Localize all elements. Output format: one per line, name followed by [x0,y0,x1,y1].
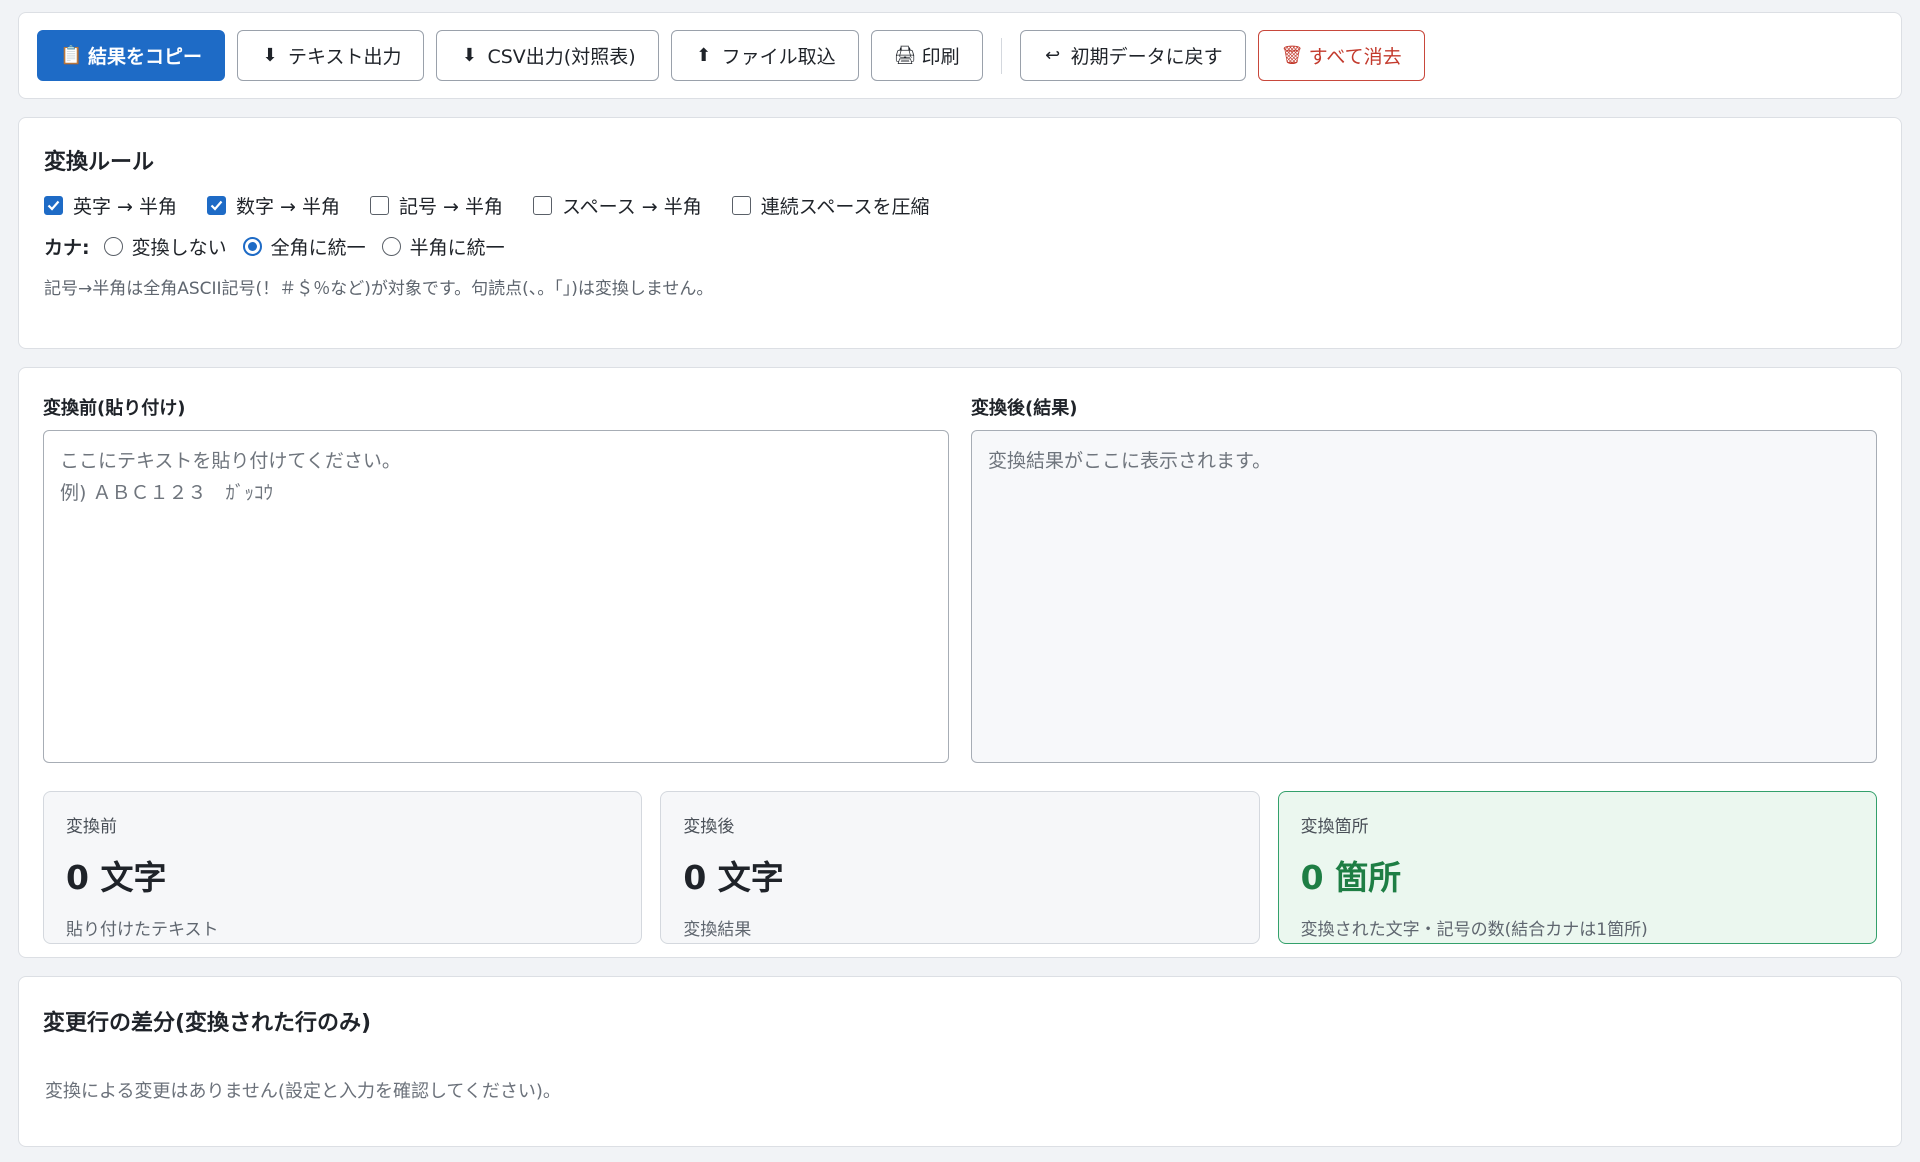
stat-value: 0 箇所 [1300,858,1402,897]
toolbar: 📋 結果をコピー ⬇ テキスト出力 ⬇ CSV出力(対照表) ⬆ ファイル取込 … [18,12,1902,99]
stat-subtitle: 貼り付けたテキスト [66,920,219,940]
stat-title: 変換前 [66,817,117,837]
kana-none-label: 変換しない [131,237,227,259]
text-export-label: テキスト出力 [288,46,402,68]
kana-halfwidth-radio[interactable]: 半角に統一 [381,233,505,260]
radio-unselected[interactable] [381,237,401,256]
checkbox-unchecked[interactable] [731,196,751,215]
csv-export-label: CSV出力(対照表) [487,46,636,68]
file-import-label: ファイル取込 [721,46,836,68]
rule-options: 英字 → 半角 数字 → 半角 記号 → 半角 スペース → 半角 連続スペース… [44,192,1876,219]
stat-subtitle: 変換結果 [683,920,752,940]
stat-subtitle: 変換された文字・記号の数(結合カナは1箇所) [1300,920,1648,940]
checkmark-icon [47,200,60,211]
radio-unselected[interactable] [103,237,123,256]
kana-label: カナ: [44,237,90,259]
stat-card-changes: 変換箇所 0 箇所 変換された文字・記号の数(結合カナは1箇所) [1277,791,1877,944]
stat-card-after: 変換後 0 文字 変換結果 [660,791,1260,944]
printer-icon: 🖨 [893,45,917,66]
stat-title: 変換後 [683,817,735,837]
clear-all-button[interactable]: 🗑 すべて消去 [1257,30,1425,81]
copy-result-label: 結果をコピー [88,46,203,68]
copy-result-button[interactable]: 📋 結果をコピー [37,30,226,81]
diff-panel: 変更行の差分(変換された行のみ) 変換による変更はありません(設定と入力を確認し… [18,976,1902,1147]
input-column: 変換前(貼り付け) [43,388,949,767]
output-label: 変換後(結果) [971,398,1078,419]
reset-button[interactable]: ↩ 初期データに戻す [1019,30,1246,81]
trash-icon: 🗑 [1280,45,1304,66]
csv-export-button[interactable]: ⬇ CSV出力(対照表) [436,30,659,81]
clear-all-label: すべて消去 [1308,46,1402,68]
kana-halfwidth-label: 半角に統一 [409,237,505,259]
stat-value: 0 文字 [66,858,167,897]
undo-arrow-icon: ↩ [1045,45,1061,66]
radio-selected[interactable] [242,237,262,256]
rule-digit-checkbox[interactable]: 数字 → 半角 [207,192,340,219]
stat-title: 変換箇所 [1300,817,1369,837]
editor-columns: 変換前(貼り付け) 変換後(結果) [43,388,1877,767]
checkbox-unchecked[interactable] [533,196,552,215]
output-textarea[interactable] [971,430,1877,763]
kana-fullwidth-label: 全角に統一 [270,237,366,259]
kana-options: カナ: 変換しない 全角に統一 半角に統一 [44,233,1876,260]
diff-title: 変更行の差分(変換された行のみ) [43,1011,372,1036]
input-textarea[interactable] [43,430,949,763]
output-column: 変換後(結果) [971,388,1877,767]
clipboard-icon: 📋 [60,45,83,66]
reset-label: 初期データに戻す [1070,46,1223,68]
kana-fullwidth-radio[interactable]: 全角に統一 [242,233,366,260]
stats-row: 変換前 0 文字 貼り付けたテキスト 変換後 0 文字 変換結果 変換箇所 0 … [43,791,1877,944]
rule-digit-label: 数字 → 半角 [236,196,340,218]
stat-card-before: 変換前 0 文字 貼り付けたテキスト [43,791,643,944]
rule-alpha-label: 英字 → 半角 [73,196,177,218]
print-label: 印刷 [921,46,960,68]
rules-panel: 変換ルール 英字 → 半角 数字 → 半角 記号 → 半角 スペース → 半角 … [18,117,1902,349]
rules-note: 記号→半角は全角ASCII記号(！＃＄％など)が対象です。句読点(、。「」)は変… [44,279,714,299]
upload-icon: ⬆ [696,45,712,66]
checkmark-icon [210,200,223,211]
rules-title: 変換ルール [44,150,155,175]
input-label: 変換前(貼り付け) [43,398,186,419]
rule-space-label: スペース → 半角 [562,196,702,218]
rule-compress-space-label: 連続スペースを圧縮 [760,196,930,218]
rule-space-checkbox[interactable]: スペース → 半角 [533,192,702,219]
rule-alpha-checkbox[interactable]: 英字 → 半角 [44,192,177,219]
rule-symbol-checkbox[interactable]: 記号 → 半角 [370,192,503,219]
page: 📋 結果をコピー ⬇ テキスト出力 ⬇ CSV出力(対照表) ⬆ ファイル取込 … [0,0,1920,1147]
text-export-button[interactable]: ⬇ テキスト出力 [237,30,425,81]
kana-none-radio[interactable]: 変換しない [103,233,227,260]
checkbox-unchecked[interactable] [370,196,389,215]
download-icon: ⬇ [461,45,477,66]
rule-compress-space-checkbox[interactable]: 連続スペースを圧縮 [731,192,930,219]
diff-empty-message: 変換による変更はありません(設定と入力を確認してください)。 [45,1081,561,1102]
rule-symbol-label: 記号 → 半角 [399,196,503,218]
checkbox-checked[interactable] [44,196,63,215]
file-import-button[interactable]: ⬆ ファイル取込 [670,30,859,81]
checkbox-checked[interactable] [207,196,226,215]
print-button[interactable]: 🖨 印刷 [870,30,983,81]
download-icon: ⬇ [262,45,278,66]
stat-value: 0 文字 [683,858,784,897]
toolbar-divider [1000,37,1002,74]
editor-panel: 変換前(貼り付け) 変換後(結果) 変換前 0 文字 貼り付けたテキスト 変換後… [18,367,1902,958]
